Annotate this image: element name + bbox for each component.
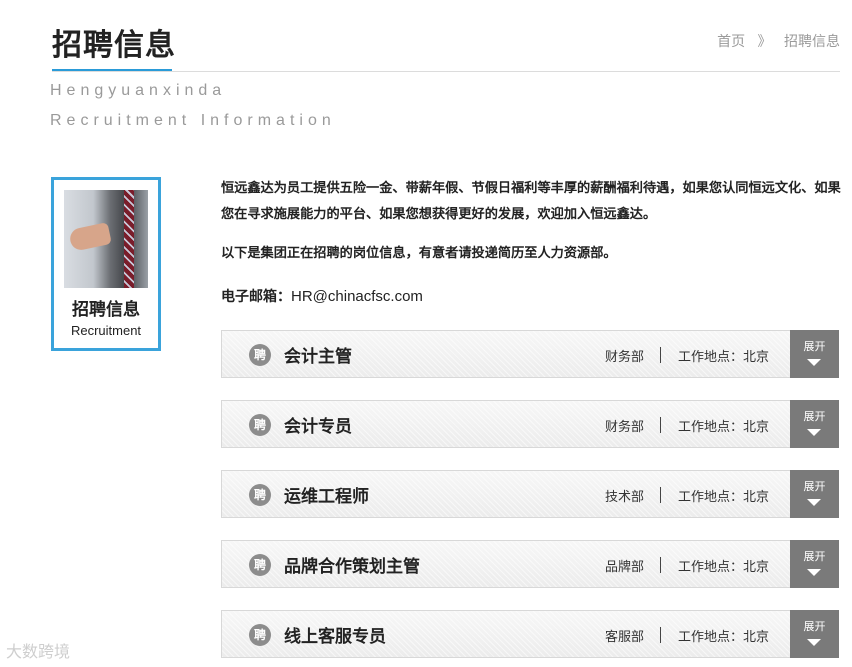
job-title: 会计专员	[284, 417, 352, 437]
chevron-down-icon	[807, 639, 821, 646]
recruit-badge-icon: 聘	[249, 344, 271, 366]
sidebar-card[interactable]: 招聘信息 Recruitment	[51, 177, 161, 351]
job-divider	[660, 557, 661, 573]
job-department: 客服部	[604, 630, 644, 645]
page-title: 招聘信息	[52, 28, 176, 63]
job-divider	[660, 487, 661, 503]
expand-label: 展开	[803, 550, 826, 563]
email-row: 电子邮箱：HR@chinacfsc.com	[221, 284, 423, 310]
job-divider	[660, 627, 661, 643]
expand-button[interactable]: 展开	[790, 540, 839, 588]
job-item[interactable]: 聘 线上客服专员 客服部 工作地点：北京 展开	[221, 610, 839, 658]
job-title: 线上客服专员	[284, 627, 386, 647]
job-divider	[660, 417, 661, 433]
recruit-badge-icon: 聘	[249, 484, 271, 506]
header-rule	[52, 71, 840, 72]
expand-button[interactable]: 展开	[790, 610, 839, 658]
breadcrumb: 首页 》 招聘信息	[717, 31, 840, 51]
sidebar-card-title: 招聘信息	[72, 300, 140, 320]
job-title: 运维工程师	[284, 487, 369, 507]
email-address[interactable]: HR@chinacfsc.com	[291, 288, 423, 305]
job-item[interactable]: 聘 会计专员 财务部 工作地点：北京 展开	[221, 400, 839, 448]
job-title: 会计主管	[284, 347, 352, 367]
chevron-down-icon	[807, 429, 821, 436]
job-location: 工作地点：北京	[678, 630, 770, 645]
expand-label: 展开	[803, 410, 826, 423]
job-department: 财务部	[604, 420, 644, 435]
watermark: 大数跨境	[6, 642, 71, 661]
job-department: 财务部	[604, 350, 644, 365]
job-location: 工作地点：北京	[678, 350, 770, 365]
expand-button[interactable]: 展开	[790, 400, 839, 448]
chevron-down-icon	[807, 569, 821, 576]
recruit-badge-icon: 聘	[249, 624, 271, 646]
job-item[interactable]: 聘 品牌合作策划主管 品牌部 工作地点：北京 展开	[221, 540, 839, 588]
job-department: 技术部	[604, 490, 644, 505]
handshake-photo	[64, 190, 148, 288]
subtitle-line-2: Recruitment Information	[50, 112, 336, 129]
job-department: 品牌部	[604, 560, 644, 575]
expand-button[interactable]: 展开	[790, 470, 839, 518]
subtitle-line-1: Hengyuanxinda	[50, 82, 227, 99]
job-location: 工作地点：北京	[678, 560, 770, 575]
job-item[interactable]: 聘 会计主管 财务部 工作地点：北京 展开	[221, 330, 839, 378]
recruit-badge-icon: 聘	[249, 414, 271, 436]
job-divider	[660, 347, 661, 363]
job-location: 工作地点：北京	[678, 490, 770, 505]
job-location: 工作地点：北京	[678, 420, 770, 435]
intro-paragraph: 恒远鑫达为员工提供五险一金、带薪年假、节假日福利等丰厚的薪酬福利待遇，如果您认同…	[221, 181, 841, 222]
job-title: 品牌合作策划主管	[284, 557, 420, 577]
sidebar-card-subtitle: Recruitment	[70, 323, 142, 338]
job-item[interactable]: 聘 运维工程师 技术部 工作地点：北京 展开	[221, 470, 839, 518]
expand-label: 展开	[803, 340, 826, 353]
email-label: 电子邮箱：	[221, 289, 291, 305]
expand-label: 展开	[803, 620, 826, 633]
chevron-down-icon	[807, 499, 821, 506]
breadcrumb-separator: 》	[757, 34, 772, 50]
tie-shape	[124, 190, 134, 288]
intro-notice: 以下是集团正在招聘的岗位信息，有意者请投递简历至人力资源部。	[221, 246, 617, 261]
hand-shape	[68, 222, 112, 252]
chevron-down-icon	[807, 359, 821, 366]
expand-label: 展开	[803, 480, 826, 493]
expand-button[interactable]: 展开	[790, 330, 839, 378]
recruit-badge-icon: 聘	[249, 554, 271, 576]
breadcrumb-current[interactable]: 招聘信息	[784, 31, 840, 51]
breadcrumb-home-link[interactable]: 首页	[717, 31, 745, 51]
